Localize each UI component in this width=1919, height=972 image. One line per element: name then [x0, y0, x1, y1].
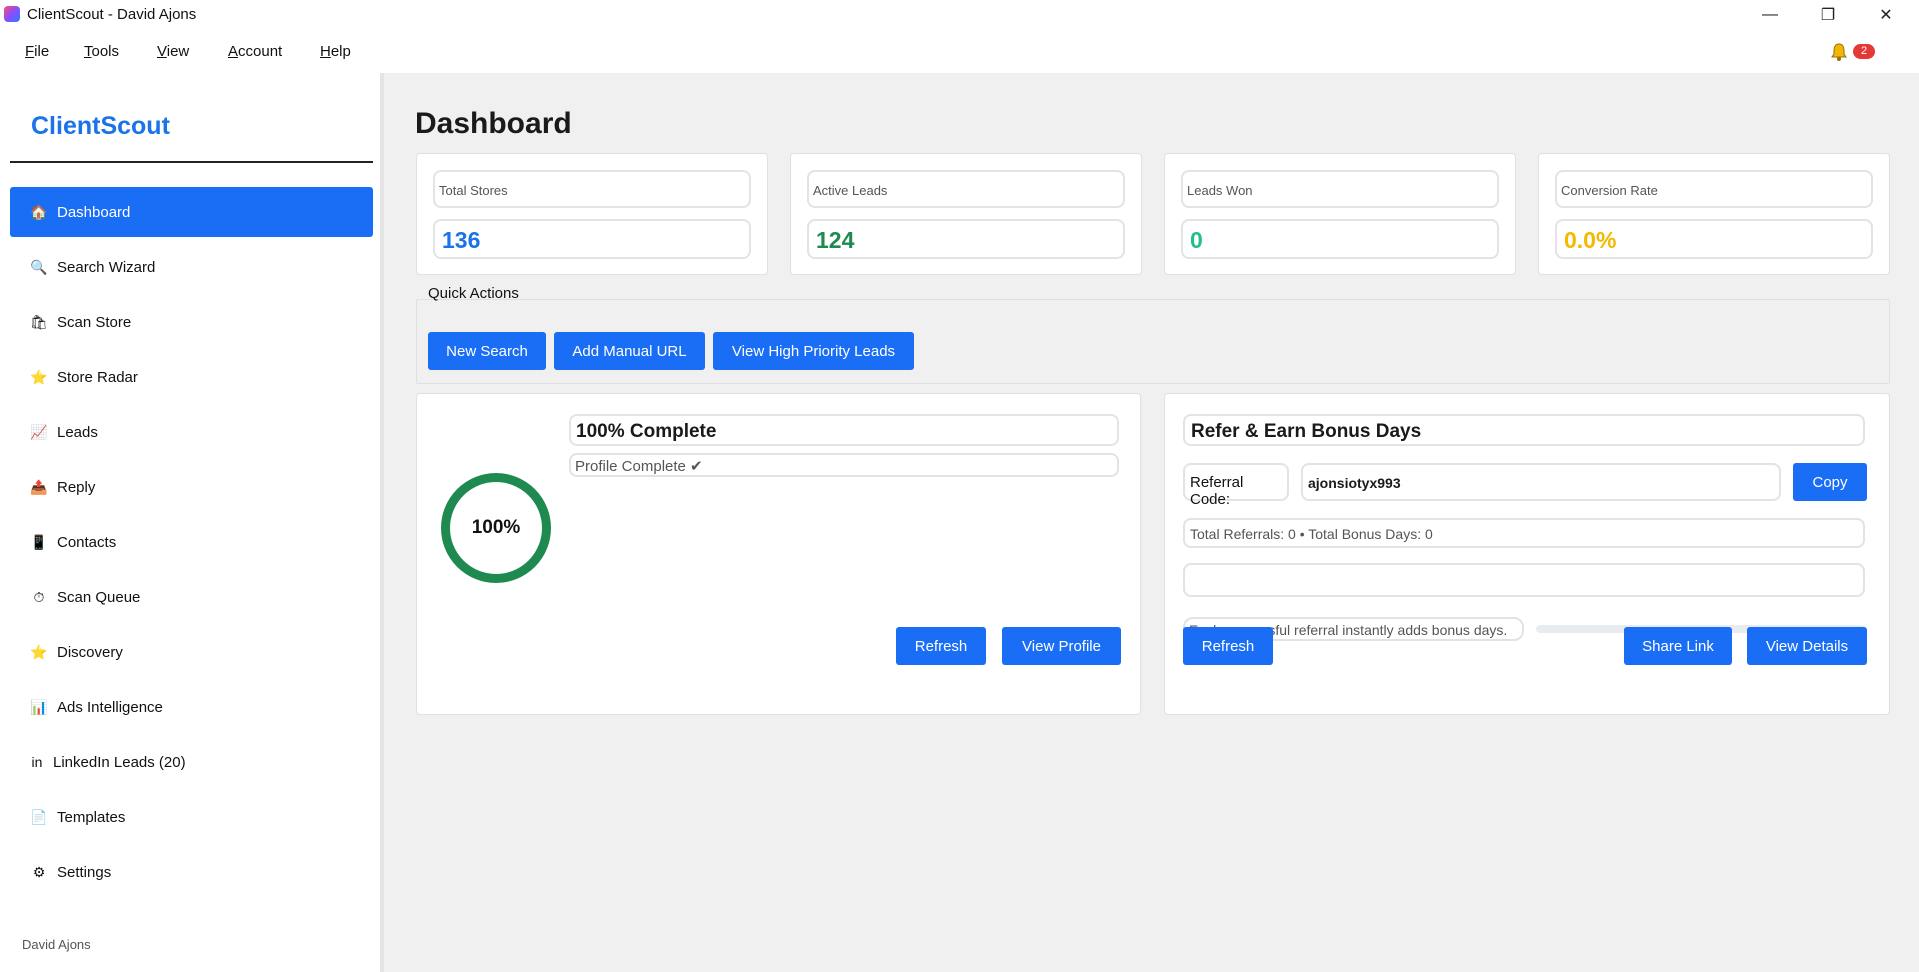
app-logo-icon	[4, 6, 20, 22]
brand-title: ClientScout	[31, 112, 170, 140]
sidebar-item-label: Contacts	[57, 533, 117, 551]
notification-count-badge: 2	[1853, 44, 1875, 59]
stat-card-total-stores: Total Stores 136	[416, 153, 768, 275]
add-manual-url-button[interactable]: Add Manual URL	[554, 332, 705, 370]
stat-label: Conversion Rate	[1555, 170, 1873, 208]
gear-icon: ⚙	[32, 863, 46, 880]
profile-status-text: Profile Complete ✔	[569, 453, 1119, 477]
sidebar-item-dashboard[interactable]: 🏠 Dashboard	[10, 187, 373, 237]
referral-title: Refer & Earn Bonus Days	[1183, 414, 1865, 446]
stat-value: 0.0%	[1555, 219, 1873, 259]
sidebar-item-label: Scan Queue	[57, 588, 141, 606]
sidebar-item-label: Ads Intelligence	[57, 698, 163, 716]
sidebar-item-label: Templates	[57, 808, 126, 826]
stat-card-conversion-rate: Conversion Rate 0.0%	[1538, 153, 1890, 275]
page-title: Dashboard	[415, 107, 572, 140]
main-content: Dashboard Total Stores 136 Active Leads …	[384, 73, 1919, 972]
sidebar-item-label: Leads	[57, 423, 98, 441]
profile-progress-ring: 100%	[441, 473, 551, 583]
sidebar-item-store-radar[interactable]: ⭐ Store Radar	[10, 352, 373, 402]
menu-account[interactable]: Account	[228, 43, 282, 60]
referral-refresh-button[interactable]: Refresh	[1183, 627, 1273, 665]
sidebar-item-scan-store[interactable]: 🛍 Scan Store	[10, 297, 373, 347]
sidebar-item-label: Dashboard	[57, 203, 131, 221]
star-icon: ⭐	[30, 643, 48, 660]
chart-up-icon: 📈	[30, 423, 48, 440]
home-icon: 🏠	[30, 203, 48, 220]
referral-code-label: Referral Code:	[1183, 463, 1289, 508]
share-link-button[interactable]: Share Link	[1624, 627, 1732, 665]
menu-bar: File Tools View Account Help	[0, 30, 1919, 72]
sidebar-item-label: Settings	[57, 863, 112, 881]
bell-icon[interactable]	[1829, 42, 1849, 62]
stat-label: Active Leads	[807, 170, 1125, 208]
sidebar-item-ads-intelligence[interactable]: 📊 Ads Intelligence	[10, 682, 373, 732]
maximize-button[interactable]: ❐	[1799, 0, 1857, 30]
stat-value: 0	[1181, 219, 1499, 259]
stat-card-leads-won: Leads Won 0	[1164, 153, 1516, 275]
stat-value: 124	[807, 219, 1125, 259]
sidebar-item-settings[interactable]: ⚙ Settings	[10, 847, 373, 897]
profile-refresh-button[interactable]: Refresh	[896, 627, 986, 665]
stat-value: 136	[433, 219, 751, 259]
sidebar-item-label: Reply	[57, 478, 96, 496]
view-details-button[interactable]: View Details	[1747, 627, 1867, 665]
store-bag-icon: 🛍	[30, 313, 48, 330]
sidebar-item-label: LinkedIn Leads (20)	[53, 753, 186, 771]
sidebar-item-contacts[interactable]: 📱 Contacts	[10, 517, 373, 567]
close-button[interactable]: ✕	[1857, 0, 1915, 30]
sidebar-item-label: Discovery	[57, 643, 123, 661]
sidebar-item-templates[interactable]: 📄 Templates	[10, 792, 373, 842]
sidebar-item-label: Store Radar	[57, 368, 138, 386]
brand-divider	[10, 161, 373, 163]
referral-panel: Refer & Earn Bonus Days Referral Code: a…	[1164, 393, 1890, 715]
view-high-priority-leads-button[interactable]: View High Priority Leads	[713, 332, 914, 370]
document-icon: 📄	[30, 808, 48, 825]
phone-icon: 📱	[30, 533, 48, 550]
star-icon: ⭐	[30, 368, 48, 385]
stat-card-active-leads: Active Leads 124	[790, 153, 1142, 275]
view-profile-button[interactable]: View Profile	[1002, 627, 1121, 665]
sidebar-item-reply[interactable]: 📤 Reply	[10, 462, 373, 512]
sidebar: ClientScout 🏠 Dashboard 🔍 Search Wizard …	[0, 73, 380, 972]
linkedin-icon: in	[31, 754, 43, 770]
minimize-button[interactable]: —	[1741, 0, 1799, 30]
copy-code-button[interactable]: Copy	[1793, 463, 1867, 501]
referral-message-box	[1183, 563, 1865, 597]
menu-tools[interactable]: Tools	[84, 43, 119, 60]
sidebar-item-search-wizard[interactable]: 🔍 Search Wizard	[10, 242, 373, 292]
sidebar-item-leads[interactable]: 📈 Leads	[10, 407, 373, 457]
menu-file[interactable]: File	[25, 43, 49, 60]
sidebar-item-label: Search Wizard	[57, 258, 156, 276]
menu-help[interactable]: Help	[320, 43, 351, 60]
title-bar: ClientScout - David Ajons — ❐ ✕	[0, 0, 1919, 30]
quick-actions-label: Quick Actions	[428, 285, 519, 302]
stat-label: Total Stores	[433, 170, 751, 208]
referral-code-field[interactable]: ajonsiotyx993	[1301, 463, 1781, 501]
stopwatch-icon: ⏱	[33, 588, 45, 605]
bar-chart-icon: 📊	[30, 698, 48, 715]
magnifier-icon: 🔍	[30, 258, 48, 275]
new-search-button[interactable]: New Search	[428, 332, 546, 370]
current-user-label: David Ajons	[22, 937, 91, 952]
sidebar-item-discovery[interactable]: ⭐ Discovery	[10, 627, 373, 677]
profile-completion-title: 100% Complete	[569, 414, 1119, 446]
outbox-icon: 📤	[30, 478, 48, 495]
sidebar-item-linkedin-leads[interactable]: in LinkedIn Leads (20)	[10, 737, 373, 787]
menu-view[interactable]: View	[157, 43, 189, 60]
profile-completion-panel: 100% 100% Complete Profile Complete ✔ Re…	[416, 393, 1141, 715]
sidebar-item-scan-queue[interactable]: ⏱ Scan Queue	[10, 572, 373, 622]
sidebar-item-label: Scan Store	[57, 313, 132, 331]
window-title: ClientScout - David Ajons	[27, 6, 197, 23]
stat-label: Leads Won	[1181, 170, 1499, 208]
referral-stats-text: Total Referrals: 0 • Total Bonus Days: 0	[1183, 518, 1865, 548]
